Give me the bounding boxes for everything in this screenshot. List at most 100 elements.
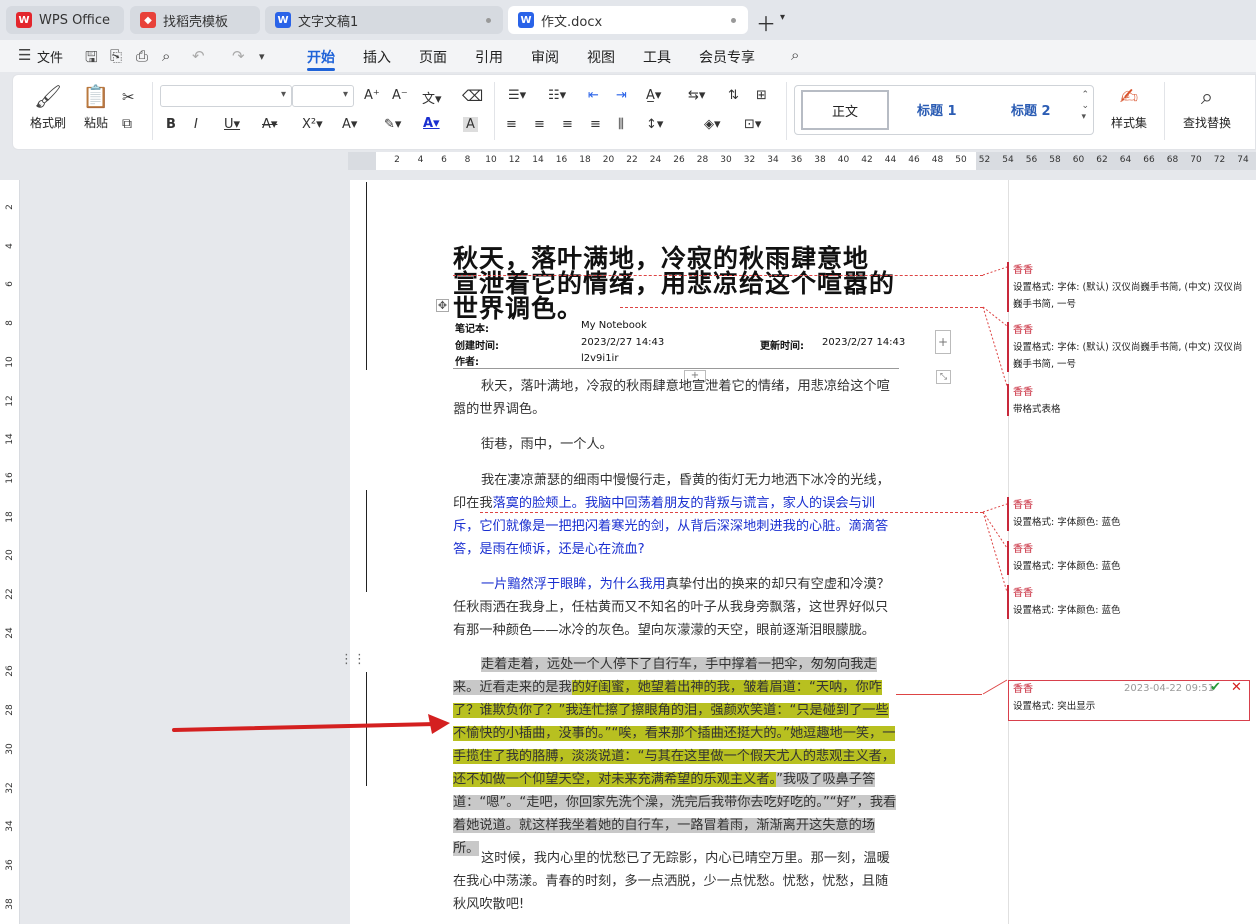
menu-review[interactable]: 审阅 xyxy=(531,47,559,67)
strikethrough-icon[interactable]: A▾ xyxy=(262,117,277,132)
justify-icon[interactable]: ≡ xyxy=(590,117,601,132)
ruler-tick: 32 xyxy=(743,155,756,165)
copy-icon[interactable]: ⧉ xyxy=(122,116,132,132)
char-shading-icon[interactable]: A xyxy=(463,117,478,132)
tab-label: 文字文稿1 xyxy=(298,14,359,30)
text-direction-icon[interactable]: A̲▾ xyxy=(646,88,661,103)
menu-insert[interactable]: 插入 xyxy=(363,47,391,67)
table-move-handle-icon[interactable]: ✥ xyxy=(436,299,449,312)
menu-page[interactable]: 页面 xyxy=(419,47,447,67)
reject-change-icon[interactable]: ✕ xyxy=(1231,680,1242,695)
revision-comment[interactable]: 香香 设置格式: 字体颜色: 蓝色 xyxy=(1013,585,1249,619)
vertical-ruler[interactable]: 2 4 6 8 10 12 14 16 18 20 22 24 26 28 30 32 34 36 38 xyxy=(0,180,20,924)
chevron-down-icon[interactable]: ▾ xyxy=(259,50,265,63)
resize-table-icon[interactable]: ⤡ xyxy=(936,370,951,384)
menu-file[interactable]: 文件 xyxy=(37,47,63,66)
paragraph: 街巷，雨中，一个人。 xyxy=(481,437,613,452)
align-left-icon[interactable]: ≡ xyxy=(506,117,517,132)
paste-button[interactable]: 📋 粘贴 xyxy=(76,86,116,131)
accept-change-icon[interactable]: ✔ xyxy=(1210,680,1221,695)
revision-comment[interactable]: 香香 带格式表格 xyxy=(1013,384,1249,418)
ruler-tick: 20 xyxy=(5,549,15,562)
superscript-icon[interactable]: X²▾ xyxy=(302,117,323,132)
text-effect-icon[interactable]: A▾ xyxy=(342,117,357,132)
bold-icon[interactable]: B xyxy=(166,117,176,132)
style-heading-1[interactable]: 标题 1 xyxy=(917,100,957,119)
find-replace-label: 查找替换 xyxy=(1182,116,1231,130)
export-icon[interactable]: ⎘ xyxy=(110,47,122,65)
grow-font-icon[interactable]: A⁺ xyxy=(364,88,380,103)
paragraph-selected[interactable]: 走着走着，远处一个人停下了自行车，手中撑着一把伞，匆匆向我走来。近看走来的是我的… xyxy=(453,653,899,860)
clear-format-icon[interactable]: ⌫ xyxy=(462,87,483,105)
font-color-icon[interactable]: A▾ xyxy=(423,116,440,131)
ruler-tick: 16 xyxy=(555,155,568,165)
chevron-down-icon[interactable]: ▾ xyxy=(780,12,785,23)
line-break-icon[interactable]: ⇆▾ xyxy=(688,88,705,103)
decrease-indent-icon[interactable]: ⇤ xyxy=(588,88,599,103)
font-family-select[interactable]: ▾ xyxy=(160,85,292,107)
hamburger-menu-icon[interactable]: ☰ xyxy=(18,46,31,64)
ruler-tick: 10 xyxy=(5,356,15,368)
undo-icon[interactable]: ↶ xyxy=(192,47,205,65)
writer-doc-icon: W xyxy=(275,12,291,28)
menu-member[interactable]: 会员专享 xyxy=(699,47,755,67)
highlight-icon[interactable]: ✎▾ xyxy=(384,117,401,132)
phonetic-guide-icon[interactable]: 文▾ xyxy=(422,88,442,107)
tab-docer[interactable]: ◆ 找稻壳模板 xyxy=(130,6,260,34)
horizontal-ruler[interactable]: 2 4 6 8 10 12 14 16 18 20 22 24 26 28 30 32 34 36 38 40 42 44… xyxy=(348,152,1256,170)
menu-tools[interactable]: 工具 xyxy=(643,47,671,67)
numbering-icon[interactable]: ☷▾ xyxy=(548,88,566,103)
menu-view[interactable]: 视图 xyxy=(587,47,615,67)
style-heading-2[interactable]: 标题 2 xyxy=(1011,100,1051,119)
shading-icon[interactable]: ◈▾ xyxy=(704,117,721,132)
redo-icon[interactable]: ↷ xyxy=(232,47,245,65)
tab-bar: W WPS Office ◆ 找稻壳模板 W 文字文稿1 W 作文.docx ＋… xyxy=(0,0,1256,40)
paragraph: 这时候，我内心里的忧愁已了无踪影，内心已晴空万里。那一刻，温暖在我心中荡漾。青春… xyxy=(453,851,890,912)
tab-wps-office[interactable]: W WPS Office xyxy=(6,6,124,34)
comment-bar xyxy=(1007,585,1009,619)
blue-text-run: 一片黯然浮于眼眸，为什么我用 xyxy=(481,577,666,592)
save-icon[interactable]: 🖫 xyxy=(85,47,98,72)
sort-icon[interactable]: ⇅ xyxy=(728,88,739,103)
shrink-font-icon[interactable]: A⁻ xyxy=(392,88,408,103)
revision-comment[interactable]: 香香 设置格式: 字体颜色: 蓝色 xyxy=(1013,541,1249,575)
distribute-icon[interactable]: ⫼ xyxy=(618,117,624,132)
tab-document-1[interactable]: W 文字文稿1 xyxy=(265,6,503,34)
font-size-select[interactable]: ▾ xyxy=(292,85,354,107)
cut-icon[interactable]: ✂ xyxy=(122,88,135,106)
meta-author-label: 作者: xyxy=(455,357,479,368)
paragraph: 一片黯然浮于眼眸，为什么我用真挚付出的换来的却只有空虚和冷漠？任秋雨洒在我身上，… xyxy=(453,573,899,642)
paragraph: 我在凄凉萧瑟的细雨中慢慢行走，昏黄的街灯无力地洒下冰冷的光线，印在我落寞的脸颊上… xyxy=(453,469,899,561)
revision-comment[interactable]: 香香 设置格式: 字体: (默认) 汉仪尚巍手书简, (中文) 汉仪尚巍手书简, … xyxy=(1013,322,1249,373)
ruler-tick: 6 xyxy=(5,281,15,288)
italic-icon[interactable]: I xyxy=(194,117,198,132)
gallery-scroll-icon[interactable]: ⌃ ⌄ ▾ xyxy=(1081,90,1089,123)
ruler-tick: 2 xyxy=(5,204,15,210)
add-column-icon[interactable]: + xyxy=(935,330,951,354)
menu-references[interactable]: 引用 xyxy=(475,47,503,67)
meta-created-value: 2023/2/27 14:43 xyxy=(581,337,665,348)
underline-icon[interactable]: U▾ xyxy=(224,117,240,132)
print-icon[interactable]: ⎙ xyxy=(136,47,148,65)
bullets-icon[interactable]: ☰▾ xyxy=(508,88,526,103)
borders-icon[interactable]: ⊡▾ xyxy=(744,117,761,132)
ruler-tick: 34 xyxy=(5,820,15,832)
line-spacing-icon[interactable]: ↕▾ xyxy=(646,117,663,132)
search-icon[interactable]: ⌕ xyxy=(791,46,799,64)
print-preview-icon[interactable]: ⌕ xyxy=(162,47,170,65)
align-right-icon[interactable]: ≡ xyxy=(562,117,573,132)
align-center-icon[interactable]: ≡ xyxy=(534,117,545,132)
drag-handle-icon[interactable]: ⋮⋮ xyxy=(340,653,366,666)
format-painter-button[interactable]: 🖌 格式刷 xyxy=(28,86,68,131)
revision-comment[interactable]: 香香 设置格式: 字体: (默认) 汉仪尚巍手书简, (中文) 汉仪尚巍手书简, … xyxy=(1013,262,1249,313)
increase-indent-icon[interactable]: ⇥ xyxy=(616,88,627,103)
show-marks-icon[interactable]: ⊞ xyxy=(756,88,767,103)
revision-comment[interactable]: 香香 设置格式: 字体颜色: 蓝色 xyxy=(1013,497,1249,531)
style-set-button[interactable]: ✍ 样式集 xyxy=(1104,86,1154,131)
new-tab-icon[interactable]: ＋ xyxy=(756,8,776,37)
tab-essay-docx[interactable]: W 作文.docx xyxy=(508,6,748,34)
find-replace-button[interactable]: ⌕ 查找替换 xyxy=(1176,86,1238,131)
style-normal[interactable]: 正文 xyxy=(801,90,889,130)
menu-home[interactable]: 开始 xyxy=(307,47,335,67)
comment-bar xyxy=(1007,497,1009,531)
